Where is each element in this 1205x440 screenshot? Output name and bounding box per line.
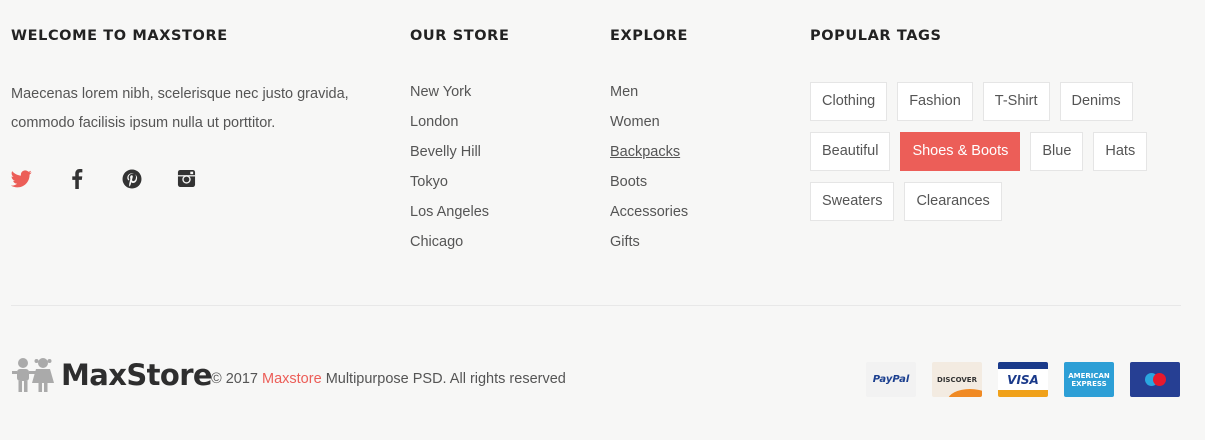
tag-fashion[interactable]: Fashion [897, 82, 973, 121]
tag-shoes-and-boots[interactable]: Shoes & Boots [900, 132, 1021, 171]
tag-hats[interactable]: Hats [1093, 132, 1148, 171]
our-store-title: OUR STORE [410, 28, 510, 44]
tag-blue[interactable]: Blue [1030, 132, 1084, 171]
tag-cloud: Clothing Fashion T-Shirt Denims Beautifu… [810, 82, 1150, 221]
explore-list: Men Women Backpacks Boots Accessories Gi… [610, 77, 688, 257]
welcome-title: WELCOME TO MAXSTORE [11, 28, 228, 44]
welcome-text: Maecenas lorem nibh, scelerisque nec jus… [11, 86, 349, 131]
logo-text: MaxStore [61, 358, 213, 392]
logo-kids-icon [12, 358, 54, 392]
copyright-suffix: Multipurpose PSD. All rights reserved [325, 371, 566, 387]
explore-link-gifts[interactable]: Gifts [610, 227, 688, 257]
discover-label: DISCOVER [937, 375, 977, 384]
social-links [11, 168, 371, 189]
our-store-column: OUR STORE New York London Bevelly Hill T… [410, 28, 509, 257]
amex-label: AMERICAN EXPRESS [1068, 371, 1110, 388]
visa-card-icon: VISA [998, 362, 1048, 397]
facebook-icon[interactable] [66, 168, 87, 189]
explore-link-boots[interactable]: Boots [610, 167, 688, 197]
paypal-label: PayPal [872, 374, 910, 385]
explore-link-men[interactable]: Men [610, 77, 688, 107]
tag-denims[interactable]: Denims [1059, 82, 1133, 121]
welcome-column: WELCOME TO MAXSTORE Maecenas lorem nibh,… [11, 28, 371, 189]
store-link-london[interactable]: London [410, 107, 509, 137]
footer-divider [11, 305, 1181, 306]
pinterest-icon[interactable] [121, 168, 142, 189]
explore-title: EXPLORE [610, 28, 689, 44]
tag-clearances[interactable]: Clearances [904, 182, 1002, 221]
popular-tags-column: POPULAR TAGS Clothing Fashion T-Shirt De… [810, 28, 1190, 221]
visa-label: VISA [1007, 372, 1039, 387]
explore-link-women[interactable]: Women [610, 107, 688, 137]
store-link-chicago[interactable]: Chicago [410, 227, 509, 257]
paypal-card-icon: PayPal [866, 362, 916, 397]
explore-link-accessories[interactable]: Accessories [610, 197, 688, 227]
amex-card-icon: AMERICAN EXPRESS [1064, 362, 1114, 397]
payment-methods: PayPal DISCOVER VISA AMERICAN EXPRESS [866, 362, 1180, 397]
maestro-red-dot [1152, 373, 1166, 386]
explore-column: EXPLORE Men Women Backpacks Boots Access… [610, 28, 688, 257]
store-list: New York London Bevelly Hill Tokyo Los A… [410, 77, 509, 257]
discover-card-icon: DISCOVER [932, 362, 982, 397]
store-link-bevelly-hill[interactable]: Bevelly Hill [410, 137, 509, 167]
store-link-new-york[interactable]: New York [410, 77, 509, 107]
footer-bottom-bar: MaxStore © 2017 Maxstore Multipurpose PS… [11, 350, 1181, 410]
store-link-los-angeles[interactable]: Los Angeles [410, 197, 509, 227]
tag-beautiful[interactable]: Beautiful [810, 132, 891, 171]
maestro-card-icon [1130, 362, 1180, 397]
copyright-brand-link[interactable]: Maxstore [262, 371, 322, 387]
popular-tags-title: POPULAR TAGS [810, 28, 942, 44]
tag-clothing[interactable]: Clothing [810, 82, 888, 121]
twitter-icon[interactable] [11, 168, 32, 189]
copyright-text: © 2017 Maxstore Multipurpose PSD. All ri… [211, 371, 566, 387]
tag-sweaters[interactable]: Sweaters [810, 182, 895, 221]
store-link-tokyo[interactable]: Tokyo [410, 167, 509, 197]
site-logo[interactable]: MaxStore [11, 356, 213, 394]
instagram-icon[interactable] [176, 168, 197, 189]
copyright-year: © 2017 [211, 371, 258, 387]
tag-t-shirt[interactable]: T-Shirt [982, 82, 1050, 121]
explore-link-backpacks[interactable]: Backpacks [610, 137, 688, 167]
site-footer: WELCOME TO MAXSTORE Maecenas lorem nibh,… [0, 0, 1205, 440]
